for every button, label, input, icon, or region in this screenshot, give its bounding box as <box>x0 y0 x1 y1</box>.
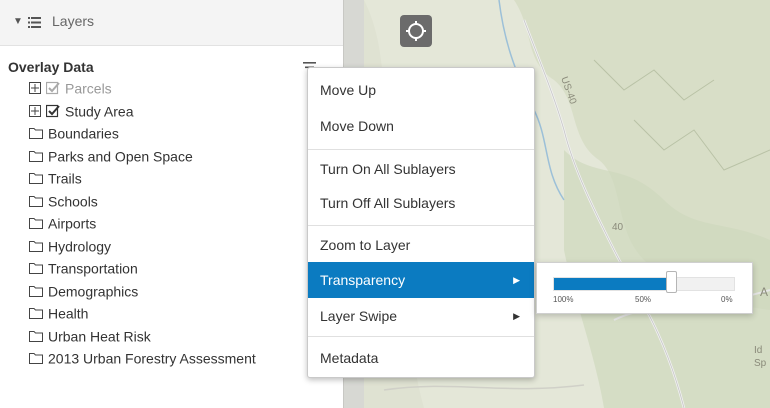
layer-item[interactable]: Schools <box>29 192 98 214</box>
locate-icon <box>406 21 426 41</box>
folder-icon <box>29 240 43 252</box>
menu-item-transparency[interactable]: Transparency ▶ <box>308 262 534 298</box>
menu-item-move-down[interactable]: Move Down <box>308 108 534 144</box>
menu-item-layer-swipe-label: Layer Swipe <box>320 308 398 324</box>
layer-item-label: 2013 Urban Forestry Assessment <box>48 350 256 367</box>
menu-divider <box>308 225 534 226</box>
layer-item-label: Hydrology <box>48 237 112 254</box>
menu-item-transparency-label: Transparency <box>320 272 406 288</box>
overlay-data-title: Overlay Data <box>8 59 94 75</box>
layer-item-label: Parcels <box>65 80 112 97</box>
layers-panel-header[interactable]: ▼ Layers <box>0 0 343 46</box>
layer-item-label: Trails <box>48 170 82 187</box>
expand-icon[interactable] <box>29 104 41 117</box>
layer-item[interactable]: Airports <box>29 214 96 236</box>
layer-item[interactable]: Parks and Open Space <box>29 147 193 169</box>
layer-item[interactable]: Study Area <box>29 102 134 124</box>
layer-item[interactable]: Urban Heat Risk <box>29 327 151 349</box>
menu-item-turn-off-label: Turn Off All Sublayers <box>320 195 456 211</box>
folder-icon <box>29 195 43 207</box>
folder-icon <box>29 330 43 342</box>
transparency-slider-track[interactable] <box>553 277 735 291</box>
menu-item-move-up[interactable]: Move Up <box>308 72 534 108</box>
layers-panel-title: Layers <box>52 13 95 29</box>
layer-item[interactable]: Trails <box>29 169 82 191</box>
menu-divider <box>308 336 534 337</box>
layer-item-label: Airports <box>48 215 97 232</box>
layer-context-menu: Move Up Move Down Turn On All Sublayers … <box>307 67 535 378</box>
map-label-sp: Sp <box>754 358 767 369</box>
slider-tick-100: 100% <box>553 295 574 304</box>
menu-item-zoom-to-layer[interactable]: Zoom to Layer <box>308 227 534 263</box>
layer-item-label: Demographics <box>48 282 139 299</box>
folder-icon <box>29 308 43 320</box>
map-label-a: A <box>760 285 769 299</box>
menu-divider <box>308 149 534 150</box>
map-label-id: Id <box>754 345 763 356</box>
layer-item[interactable]: Health <box>29 304 88 326</box>
layer-item-label: Transportation <box>48 260 138 277</box>
folder-icon <box>29 263 43 275</box>
menu-item-zoom-label: Zoom to Layer <box>320 237 411 253</box>
layer-item[interactable]: 2013 Urban Forestry Assessment <box>29 349 256 371</box>
menu-item-layer-swipe[interactable]: Layer Swipe ▶ <box>308 298 534 334</box>
menu-item-turn-on-label: Turn On All Sublayers <box>320 161 456 177</box>
menu-item-move-down-label: Move Down <box>320 118 394 134</box>
layer-item-label: Urban Heat Risk <box>48 327 151 344</box>
folder-icon <box>29 353 43 365</box>
folder-icon <box>29 218 43 230</box>
layers-panel: ▼ Layers Overlay Data Parcels Study Area B… <box>0 0 343 408</box>
transparency-slider-fill <box>554 278 672 290</box>
layer-item-label: Parks and Open Space <box>48 147 193 164</box>
layer-item[interactable]: Boundaries <box>29 124 119 146</box>
checkbox-icon[interactable] <box>46 104 60 118</box>
list-icon <box>28 17 41 28</box>
submenu-arrow-icon: ▶ <box>513 275 520 285</box>
menu-item-turn-off-sublayers[interactable]: Turn Off All Sublayers <box>308 185 534 221</box>
layer-item[interactable]: Demographics <box>29 282 138 304</box>
menu-item-move-up-label: Move Up <box>320 82 377 98</box>
layer-item[interactable]: Hydrology <box>29 237 111 259</box>
folder-icon <box>29 128 43 140</box>
layer-item[interactable]: Parcels <box>29 79 112 101</box>
map-label-route: 40 <box>612 222 624 233</box>
submenu-arrow-icon: ▶ <box>513 311 520 321</box>
transparency-slider-thumb[interactable] <box>666 271 677 293</box>
folder-icon <box>29 285 43 297</box>
collapse-caret-icon[interactable]: ▼ <box>13 16 23 27</box>
layer-item-label: Schools <box>48 192 98 209</box>
layer-item-label: Study Area <box>65 102 134 119</box>
layer-item-label: Health <box>48 305 89 322</box>
folder-icon <box>29 173 43 185</box>
transparency-submenu: 100% 50% 0% <box>536 262 753 314</box>
layer-item[interactable]: Transportation <box>29 259 138 281</box>
locate-button[interactable] <box>400 15 432 47</box>
expand-icon[interactable] <box>29 82 41 95</box>
menu-item-metadata-label: Metadata <box>320 350 379 366</box>
slider-tick-0: 0% <box>721 295 733 304</box>
menu-item-turn-on-sublayers[interactable]: Turn On All Sublayers <box>308 151 534 187</box>
slider-tick-50: 50% <box>635 295 652 304</box>
checkbox-icon[interactable] <box>46 81 60 95</box>
layer-item-label: Boundaries <box>48 125 119 142</box>
folder-icon <box>29 150 43 162</box>
menu-item-metadata[interactable]: Metadata <box>308 340 534 376</box>
